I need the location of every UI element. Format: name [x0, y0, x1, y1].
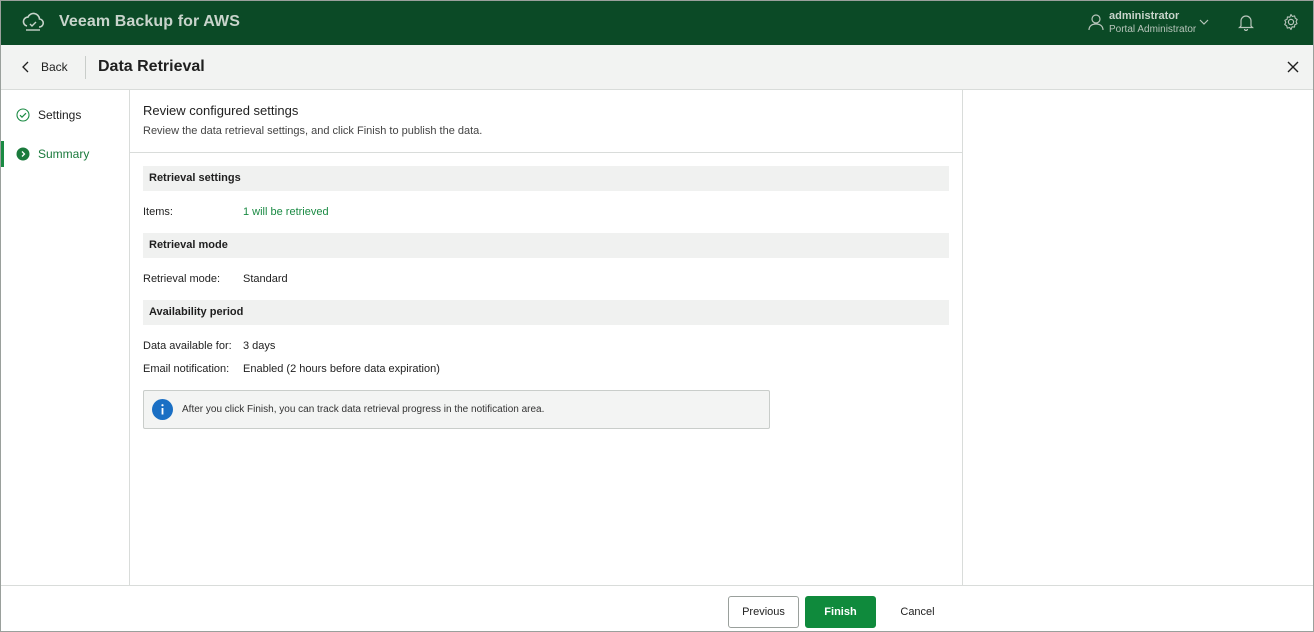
- chevron-left-icon: [22, 61, 29, 73]
- page-title: Data Retrieval: [98, 58, 205, 75]
- finish-button[interactable]: Finish: [805, 596, 876, 628]
- data-available-value: 3 days: [243, 340, 276, 352]
- content-title: Review configured settings: [143, 103, 299, 118]
- info-icon: [152, 399, 173, 420]
- step-label: Summary: [38, 147, 90, 161]
- check-circle-icon: [16, 108, 30, 122]
- retrieval-mode-label: Retrieval mode:: [143, 273, 221, 285]
- user-name[interactable]: administrator: [1109, 10, 1179, 22]
- step-label: Settings: [38, 108, 82, 122]
- cancel-button[interactable]: Cancel: [884, 596, 951, 628]
- active-step-indicator: [1, 141, 4, 167]
- app-window: Veeam Backup for AWS administrator Porta…: [0, 0, 1314, 632]
- email-notification-value: Enabled (2 hours before data expiration): [243, 363, 440, 375]
- step-settings[interactable]: Settings: [1, 102, 129, 128]
- top-bar: Veeam Backup for AWS administrator Porta…: [1, 1, 1313, 45]
- wizard-footer: Previous Finish Cancel: [1, 585, 1313, 631]
- previous-button[interactable]: Previous: [728, 596, 799, 628]
- info-message: After you click Finish, you can track da…: [143, 390, 770, 429]
- step-summary[interactable]: Summary: [1, 141, 129, 167]
- info-text: After you click Finish, you can track da…: [182, 404, 545, 415]
- content-header: Review configured settings Review the da…: [130, 90, 962, 153]
- cloud-backup-logo-icon: [22, 12, 45, 31]
- chevron-right-circle-icon: [16, 147, 30, 161]
- back-label: Back: [41, 60, 68, 74]
- retrieval-mode-value: Standard: [243, 273, 288, 285]
- summary-panel: Review configured settings Review the da…: [130, 90, 963, 585]
- data-available-label: Data available for:: [143, 340, 232, 352]
- content-description: Review the data retrieval settings, and …: [143, 125, 483, 137]
- page-header: Back Data Retrieval: [1, 45, 1313, 90]
- right-pane: [963, 90, 1313, 585]
- app-title: Veeam Backup for AWS: [59, 13, 241, 30]
- bell-icon[interactable]: [1238, 13, 1254, 31]
- wizard-steps: Settings Summary: [1, 90, 130, 585]
- items-label: Items:: [143, 206, 173, 218]
- back-button[interactable]: Back: [15, 55, 68, 79]
- close-icon[interactable]: [1285, 59, 1301, 75]
- chevron-down-icon[interactable]: [1198, 16, 1210, 28]
- header-divider: [85, 56, 86, 79]
- user-icon[interactable]: [1088, 13, 1104, 31]
- section-retrieval-settings: Retrieval settings: [143, 166, 949, 191]
- items-link[interactable]: 1 will be retrieved: [243, 206, 329, 218]
- email-notification-label: Email notification:: [143, 363, 230, 375]
- section-availability-period: Availability period: [143, 300, 949, 325]
- user-role: Portal Administrator: [1109, 24, 1197, 35]
- section-retrieval-mode: Retrieval mode: [143, 233, 949, 258]
- gear-icon[interactable]: [1282, 13, 1300, 31]
